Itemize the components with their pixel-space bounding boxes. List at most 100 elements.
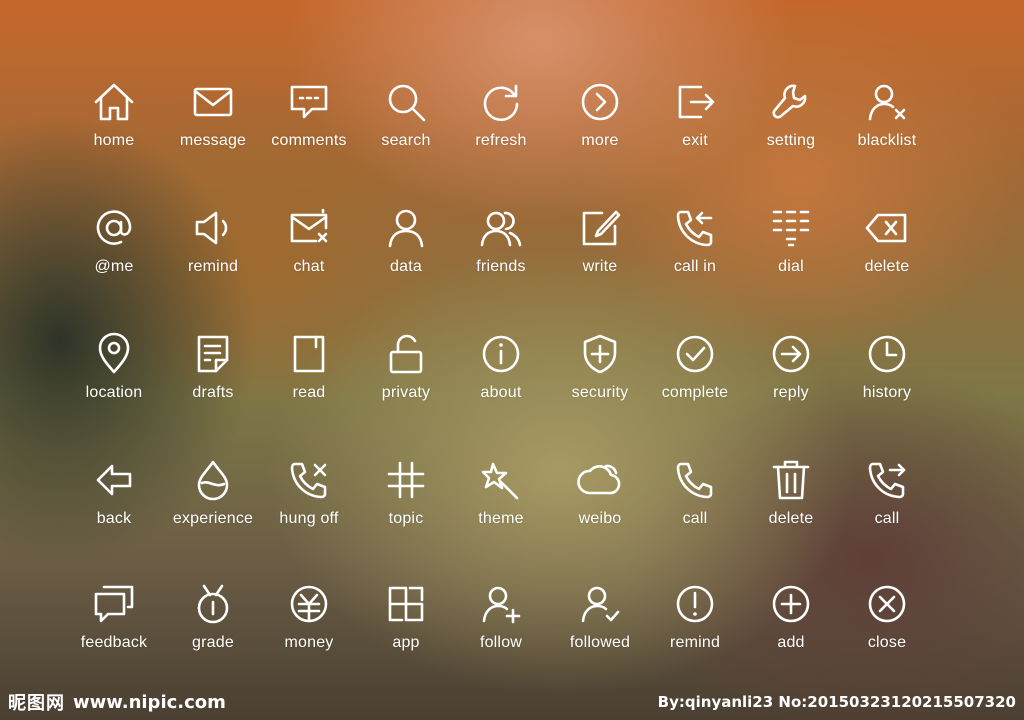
delete-backspace-icon	[863, 204, 911, 252]
icon-tile-message: message	[158, 78, 268, 168]
icon-tile-call-in: call in	[640, 204, 750, 294]
icon-tile-followed: followed	[545, 580, 655, 670]
icon-label: data	[390, 258, 422, 275]
icon-label: dial	[778, 258, 804, 275]
icon-tile-call: call	[832, 456, 942, 546]
call-in-icon	[671, 204, 719, 252]
icon-label: topic	[388, 510, 424, 527]
icon-label: followed	[569, 634, 631, 651]
icon-label: friends	[476, 258, 526, 275]
follow-icon	[477, 580, 525, 628]
icon-label: theme	[478, 510, 524, 527]
watermark-left: 昵图网 www.nipic.com	[8, 690, 226, 715]
icon-tile-security: security	[545, 330, 655, 420]
icon-tile-more: more	[545, 78, 655, 168]
call-out-icon	[863, 456, 911, 504]
icon-tile-friends: friends	[446, 204, 556, 294]
comments-icon	[285, 78, 333, 126]
author-credit: By:qinyanli23 No:20150323120215507320	[657, 693, 1016, 711]
weibo-cloud-icon	[576, 456, 624, 504]
icon-label: drafts	[192, 384, 234, 401]
icon-label: grade	[192, 634, 234, 651]
icon-label: close	[867, 634, 907, 651]
topic-hash-icon	[382, 456, 430, 504]
read-icon	[285, 330, 333, 378]
icon-tile-refresh: refresh	[446, 78, 556, 168]
setting-icon	[767, 78, 815, 126]
icon-label: weibo	[578, 510, 622, 527]
icon-label: setting	[766, 132, 816, 149]
grade-medal-icon	[189, 580, 237, 628]
blacklist-icon	[863, 78, 911, 126]
friends-icon	[477, 204, 525, 252]
icon-label: search	[381, 132, 431, 149]
back-icon	[90, 456, 138, 504]
icon-label: call	[874, 510, 900, 527]
icon-tile-theme: theme	[446, 456, 556, 546]
icon-label: refresh	[475, 132, 527, 149]
drafts-icon	[189, 330, 237, 378]
icon-tile-follow: follow	[446, 580, 556, 670]
icon-label: add	[777, 634, 805, 651]
write-icon	[576, 204, 624, 252]
refresh-icon	[477, 78, 525, 126]
reply-icon	[767, 330, 815, 378]
money-icon	[285, 580, 333, 628]
icon-label: write	[582, 258, 618, 275]
icon-tile-dial: dial	[736, 204, 846, 294]
icon-tile-data: data	[351, 204, 461, 294]
icon-tile-comments: comments	[254, 78, 364, 168]
icon-tile-back: back	[59, 456, 169, 546]
home-icon	[90, 78, 138, 126]
icon-label: message	[179, 132, 247, 149]
icon-tile-home: home	[59, 78, 169, 168]
icon-label: app	[392, 634, 420, 651]
data-user-icon	[382, 204, 430, 252]
icon-tile-experience: experience	[158, 456, 268, 546]
icon-label: money	[284, 634, 334, 651]
icon-tile-hung-off: hung off	[254, 456, 364, 546]
icon-label: remind	[187, 258, 239, 275]
icon-label: blacklist	[857, 132, 917, 149]
more-icon	[576, 78, 624, 126]
icon-label: call in	[673, 258, 717, 275]
icon-tile-write: write	[545, 204, 655, 294]
icon-label: read	[292, 384, 326, 401]
close-icon	[863, 580, 911, 628]
followed-icon	[576, 580, 624, 628]
icon-label: experience	[172, 510, 254, 527]
icon-tile-call: call	[640, 456, 750, 546]
icon-label: exit	[682, 132, 708, 149]
complete-icon	[671, 330, 719, 378]
icon-tile-grade: grade	[158, 580, 268, 670]
icon-tile-money: money	[254, 580, 364, 670]
icon-label: complete	[661, 384, 729, 401]
call-icon	[671, 456, 719, 504]
icon-grid: home message comments search refresh more exit…	[0, 0, 1024, 720]
remind-speaker-icon	[189, 204, 237, 252]
icon-tile-delete: delete	[736, 456, 846, 546]
icon-label: back	[96, 510, 132, 527]
remind-alert-icon	[671, 580, 719, 628]
icon-tile-privaty: privaty	[351, 330, 461, 420]
chat-icon	[285, 204, 333, 252]
icon-tile-exit: exit	[640, 78, 750, 168]
icon-tile-blacklist: blacklist	[832, 78, 942, 168]
message-icon	[189, 78, 237, 126]
icon-label: chat	[293, 258, 325, 275]
icon-tile-search: search	[351, 78, 461, 168]
icon-label: privaty	[381, 384, 431, 401]
history-icon	[863, 330, 911, 378]
icon-label: call	[682, 510, 708, 527]
icon-tile--me: @me	[59, 204, 169, 294]
icon-tile-topic: topic	[351, 456, 461, 546]
icon-tile-complete: complete	[640, 330, 750, 420]
experience-drop-icon	[189, 456, 237, 504]
icon-tile-setting: setting	[736, 78, 846, 168]
icon-tile-close: close	[832, 580, 942, 670]
icon-label: reply	[773, 384, 809, 401]
feedback-icon	[90, 580, 138, 628]
icon-label: about	[480, 384, 522, 401]
icon-label: comments	[271, 132, 347, 149]
theme-wand-icon	[477, 456, 525, 504]
